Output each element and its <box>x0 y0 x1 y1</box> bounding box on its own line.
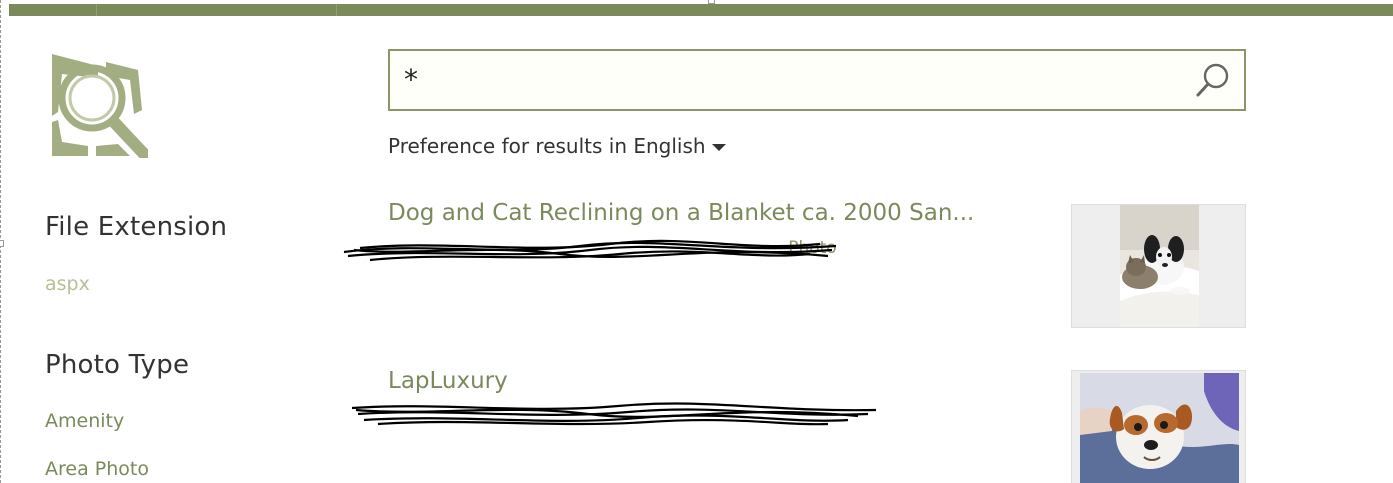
redaction-scribble <box>343 239 837 262</box>
caret-down-icon <box>711 144 726 151</box>
refiner-item-area-photo[interactable]: Area Photo <box>45 458 149 480</box>
redaction-scribble <box>351 402 877 426</box>
resize-handle[interactable] <box>0 240 4 247</box>
refiner-item-aspx[interactable]: aspx <box>45 273 90 295</box>
result-thumbnail-2[interactable] <box>1071 370 1246 483</box>
refiner-title-file-extension: File Extension <box>45 212 228 242</box>
search-magnifier-logo-icon <box>52 54 148 158</box>
result-title-2[interactable]: LapLuxury <box>388 368 508 394</box>
dog-and-cat-photo <box>1120 205 1199 327</box>
search-box[interactable]: * <box>388 49 1246 111</box>
result-thumbnail-1[interactable] <box>1071 204 1246 328</box>
refiner-item-amenity[interactable]: Amenity <box>45 410 124 432</box>
language-preference-label: Preference for results in English <box>388 134 706 158</box>
top-bar <box>9 4 1393 16</box>
language-preference-dropdown[interactable]: Preference for results in English <box>388 134 726 158</box>
dog-photo <box>1080 373 1239 483</box>
search-icon[interactable] <box>1194 61 1232 99</box>
refiner-title-photo-type: Photo Type <box>45 350 190 380</box>
search-input[interactable]: * <box>404 63 418 96</box>
result-title-1[interactable]: Dog and Cat Reclining on a Blanket ca. 2… <box>388 200 974 226</box>
